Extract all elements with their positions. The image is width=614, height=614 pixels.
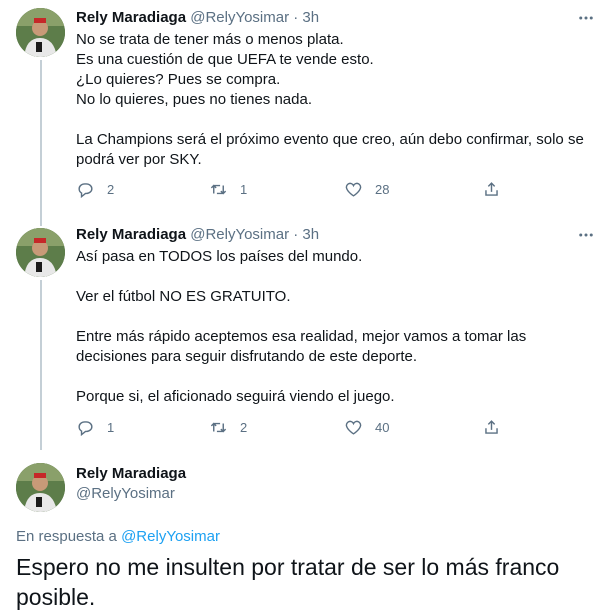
tweet-paragraph: Porque si, el aficionado seguirá viendo …	[76, 388, 395, 405]
reply-context: En respuesta a @RelyYosimar	[16, 528, 220, 545]
tweet-header: Rely Maradiaga @RelyYosimar · 3h	[76, 8, 319, 28]
reply-button[interactable]: 1	[76, 418, 114, 437]
share-button[interactable]	[482, 418, 513, 437]
reply-button[interactable]: 2	[76, 180, 114, 199]
tweet-text: No se trata de tener más o menos plata. …	[76, 30, 590, 170]
retweet-button[interactable]: 1	[209, 180, 247, 199]
tweet-paragraph: No se trata de tener más o menos plata. …	[76, 31, 374, 108]
retweet-icon	[210, 184, 227, 195]
more-icon[interactable]	[576, 8, 596, 28]
thread-line	[40, 280, 42, 450]
retweet-button[interactable]: 2	[209, 418, 247, 437]
tweet-text: Así pasa en TODOS los países del mundo. …	[76, 247, 590, 407]
like-button[interactable]: 28	[344, 180, 389, 199]
author-name[interactable]: Rely Maradiaga	[76, 226, 186, 243]
like-count: 40	[375, 420, 390, 435]
heart-icon	[345, 420, 362, 435]
more-icon[interactable]	[576, 225, 596, 245]
tweet-actions: 1 2 40	[76, 418, 522, 440]
main-author: Rely Maradiaga @RelyYosimar	[76, 464, 186, 504]
tweet-paragraph: La Champions será el próximo evento que …	[76, 131, 584, 168]
like-count: 28	[375, 182, 390, 197]
avatar[interactable]	[16, 228, 65, 277]
retweet-icon	[210, 422, 227, 433]
author-handle[interactable]: @RelyYosimar	[76, 484, 186, 504]
reply-icon	[78, 183, 93, 199]
main-tweet-text: Espero no me insulten por tratar de ser …	[16, 554, 560, 610]
tweet-actions: 2 1 28	[76, 180, 522, 202]
tweet-header: Rely Maradiaga @RelyYosimar · 3h	[76, 225, 319, 245]
retweet-count: 1	[240, 182, 248, 197]
tweet-paragraph: Entre más rápido aceptemos esa realidad,…	[76, 328, 527, 365]
author-handle-time[interactable]: @RelyYosimar · 3h	[190, 226, 319, 243]
tweet-paragraph: Así pasa en TODOS los países del mundo.	[76, 248, 363, 265]
share-icon	[485, 420, 498, 434]
avatar[interactable]	[16, 463, 65, 512]
author-name[interactable]: Rely Maradiaga	[76, 9, 186, 26]
avatar[interactable]	[16, 8, 65, 57]
tweet-paragraph: Ver el fútbol NO ES GRATUITO.	[76, 288, 291, 305]
reply-prefix: En respuesta a	[16, 528, 117, 545]
thread-line	[40, 60, 42, 226]
reply-mention-link[interactable]: @RelyYosimar	[121, 528, 220, 545]
heart-icon	[345, 182, 362, 197]
like-button[interactable]: 40	[344, 418, 389, 437]
author-name[interactable]: Rely Maradiaga	[76, 464, 186, 484]
share-icon	[485, 182, 498, 196]
share-button[interactable]	[482, 180, 513, 199]
reply-icon	[78, 421, 93, 437]
reply-count: 2	[107, 182, 115, 197]
reply-count: 1	[107, 420, 115, 435]
retweet-count: 2	[240, 420, 248, 435]
author-handle-time[interactable]: @RelyYosimar · 3h	[190, 9, 319, 26]
